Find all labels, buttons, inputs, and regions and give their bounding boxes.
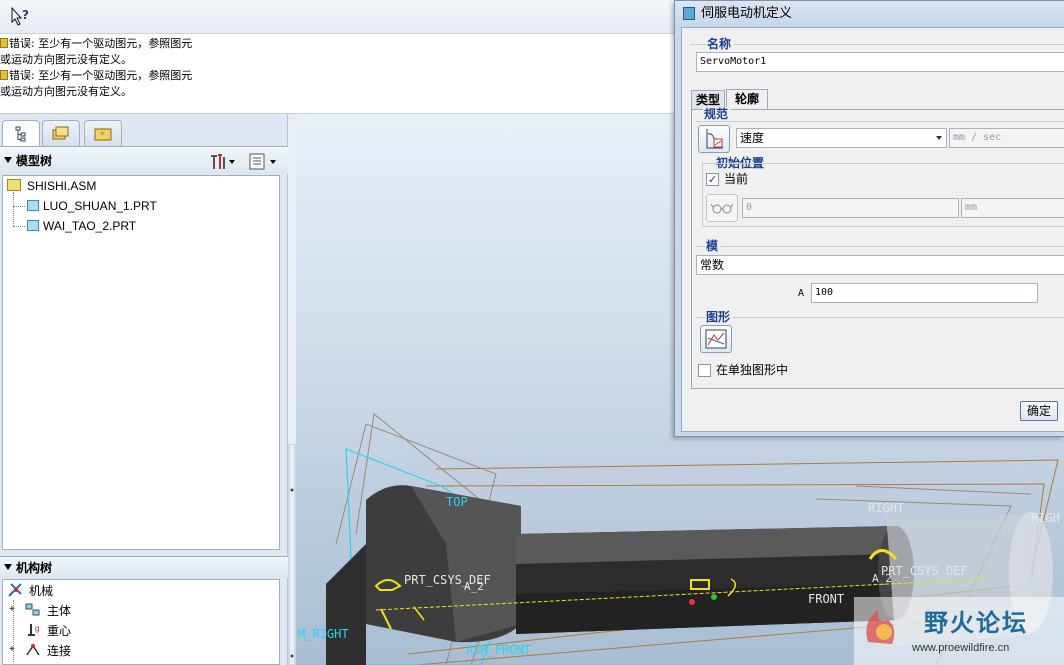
servo-motor-dialog: 伺服电动机定义 名称 ServoMotor1 类型 轮廓 规范 速度 mm / … (674, 0, 1064, 437)
datum-label: M_RIGHT (298, 627, 349, 641)
tree-item[interactable]: WAI_TAO_2.PRT (27, 217, 136, 235)
datum-label: A_2 (872, 572, 892, 585)
bodies-icon (25, 603, 40, 616)
a-value-field[interactable]: 100 (811, 283, 1038, 303)
set-initial-position-button[interactable] (706, 194, 738, 222)
error-icon (0, 38, 8, 48)
datum-label: RIGH (1031, 511, 1060, 525)
mech-tree-item-connections[interactable]: 连接 (25, 642, 71, 660)
separate-graph-label: 在单独图形中 (716, 363, 789, 377)
separate-graph-checkbox[interactable] (698, 364, 711, 377)
navigator-panel: * 模型树 SHISHI.ASM LUO_SHUAN_1.PRT WAI_TAO… (0, 114, 288, 665)
tree-root[interactable]: SHISHI.ASM (7, 177, 96, 195)
show-icon[interactable] (248, 151, 280, 171)
graph-icon (705, 329, 727, 349)
watermark-text: 野火论坛 (924, 609, 1028, 637)
mech-tree-root[interactable]: 机械 (7, 582, 53, 600)
mechanism-tree-title[interactable]: 机构树 (4, 559, 52, 577)
folder-browser-tab-icon[interactable] (42, 120, 80, 146)
graph-group-title: 图形 (705, 310, 734, 324)
datum-label: A_2 (464, 580, 484, 593)
collapse-arrow-icon (4, 157, 12, 163)
dialog-title-bar[interactable]: 伺服电动机定义 (675, 1, 1064, 27)
collapse-arrow-icon (4, 564, 12, 570)
module-select[interactable]: 常数 (696, 255, 1064, 275)
model-tree: SHISHI.ASM LUO_SHUAN_1.PRT WAI_TAO_2.PRT (2, 175, 280, 550)
model-tree-header: 模型树 (0, 146, 288, 174)
message-line: 错误: 至少有一个驱动图元，参照图元 (0, 36, 192, 52)
ok-button[interactable]: 确定 (1020, 401, 1058, 421)
a-label: A (798, 288, 805, 299)
mechanism-tree-header: 机构树 (0, 556, 288, 578)
initial-position-field: 0 (742, 198, 959, 218)
message-line: 或运动方向图元没有定义。 (0, 53, 132, 66)
expand-icon[interactable]: + (9, 641, 15, 659)
context-help-icon[interactable]: ? (10, 6, 32, 26)
part-icon (27, 220, 39, 231)
dialog-body: 名称 ServoMotor1 类型 轮廓 规范 速度 mm / sec 初始位置… (681, 27, 1064, 432)
message-line: 错误: 至少有一个驱动图元，参照图元 (0, 68, 192, 84)
dropdown-arrow-icon (936, 136, 942, 140)
svg-text:*: * (100, 130, 105, 141)
svg-text:g: g (35, 624, 39, 633)
message-line: 或运动方向图元没有定义。 (0, 85, 132, 98)
part-icon (27, 200, 39, 211)
datum-label: RIGHT (868, 501, 904, 515)
datum-label: TOP (446, 495, 468, 509)
module-group-title: 模 (705, 239, 722, 253)
spec-unit-field: mm / sec (949, 128, 1064, 148)
initial-unit-field: mm (961, 198, 1064, 218)
assembly-icon (7, 179, 21, 191)
mechanism-tree: 机械 + 主体 g 重心 + 连接 (2, 579, 280, 665)
connections-icon (26, 644, 40, 656)
mech-tree-item-bodies[interactable]: 主体 (25, 602, 71, 620)
spec-select[interactable]: 速度 (736, 128, 947, 148)
velocity-chart-icon (706, 129, 723, 149)
error-icon (0, 70, 8, 80)
watermark-logo (866, 610, 895, 644)
panel-splitter[interactable] (288, 443, 296, 665)
mechanism-icon (8, 583, 22, 597)
dialog-app-icon (683, 7, 695, 20)
current-checkbox[interactable]: ✓ (706, 173, 719, 186)
favorites-tab-icon[interactable]: * (84, 120, 122, 146)
current-label: 当前 (724, 172, 749, 186)
glasses-icon (710, 203, 734, 214)
expand-icon[interactable]: + (9, 601, 15, 619)
datum-label: ASM_FRONT (466, 643, 531, 657)
model-tree-title[interactable]: 模型树 (4, 152, 52, 170)
svg-text:?: ? (22, 8, 29, 22)
tree-item[interactable]: LUO_SHUAN_1.PRT (27, 197, 157, 215)
datum-label: PRT_CSYS_DEF (881, 564, 968, 578)
spec-group-title: 规范 (703, 107, 732, 121)
show-graph-button[interactable] (700, 325, 732, 353)
name-group-title: 名称 (706, 37, 735, 51)
mech-tree-item-gravity[interactable]: g 重心 (25, 622, 71, 640)
model-tree-tab-icon[interactable] (2, 120, 40, 147)
tab-profile[interactable]: 轮廓 (726, 89, 768, 110)
gravity-icon: g (28, 624, 39, 636)
name-field[interactable]: ServoMotor1 (696, 52, 1064, 72)
settings-icon[interactable] (208, 151, 236, 171)
velocity-graph-button[interactable] (698, 125, 730, 153)
datum-label: FRONT (808, 592, 844, 606)
watermark-url: www.proewildfire.cn (912, 642, 1010, 654)
